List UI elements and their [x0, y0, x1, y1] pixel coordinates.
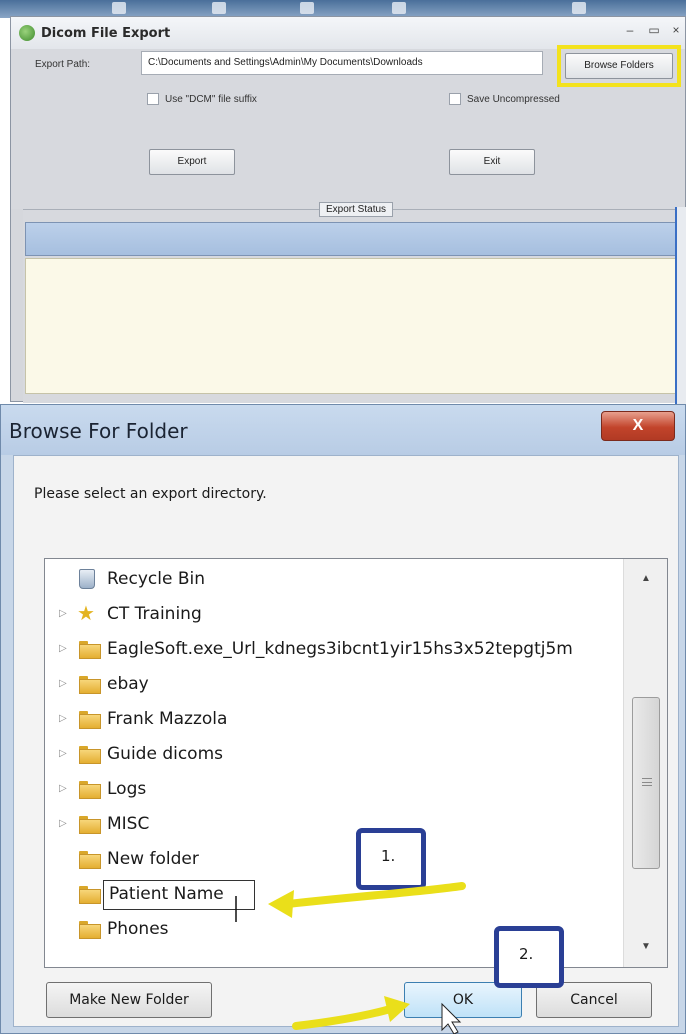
use-dcm-suffix-label: Use "DCM" file suffix	[165, 94, 257, 105]
folder-icon	[79, 921, 101, 939]
browse-titlebar[interactable]: Browse For Folder X	[1, 405, 685, 455]
browse-folders-highlight: Browse Folders	[557, 45, 681, 87]
expand-arrow-icon[interactable]: ▷	[59, 608, 67, 619]
tree-item[interactable]: ▷ Guide dicoms	[45, 738, 625, 772]
scroll-up-icon[interactable]: ▲	[624, 559, 667, 599]
folder-icon	[79, 851, 101, 869]
folder-icon	[79, 711, 101, 729]
scroll-thumb[interactable]	[632, 697, 660, 869]
recycle-bin-icon	[79, 569, 95, 589]
export-status-label: Export Status	[319, 202, 394, 217]
folder-icon	[79, 781, 101, 799]
tree-item[interactable]: ▷ EagleSoft.exe_Url_kdnegs3ibcnt1yir15hs…	[45, 633, 625, 667]
tree-item-editing[interactable]: Patient Name	[45, 878, 625, 912]
make-new-folder-button[interactable]: Make New Folder	[46, 982, 212, 1018]
tree-item[interactable]: ▷ ebay	[45, 668, 625, 702]
tree-item-label: Frank Mazzola	[107, 709, 228, 729]
maximize-icon[interactable]: ▭	[645, 23, 663, 37]
tree-item[interactable]: ▷ Frank Mazzola	[45, 703, 625, 737]
close-icon: X	[632, 417, 644, 434]
tree-item-label: Phones	[107, 919, 169, 939]
close-button[interactable]: X	[601, 411, 675, 441]
tree-item-label: MISC	[107, 814, 150, 834]
folder-icon	[79, 676, 101, 694]
window-title: Dicom File Export	[41, 26, 171, 41]
export-status-group: Export Status	[23, 202, 686, 403]
folder-icon	[79, 746, 101, 764]
close-icon[interactable]: ×	[667, 23, 685, 37]
tree-item[interactable]: ▷ Logs	[45, 773, 625, 807]
export-status-log	[25, 258, 677, 394]
folder-tree[interactable]: Recycle Bin ▷ ★ CT Training ▷ EagleSoft.…	[44, 558, 668, 968]
export-path-label: Export Path:	[35, 59, 91, 70]
export-path-input[interactable]: C:\Documents and Settings\Admin\My Docum…	[141, 51, 543, 75]
step-1-callout: 1.	[356, 828, 426, 890]
minimize-icon[interactable]: –	[621, 23, 639, 37]
expand-arrow-icon[interactable]: ▷	[59, 713, 67, 724]
use-dcm-suffix-checkbox[interactable]	[147, 93, 159, 105]
tree-item[interactable]: New folder	[45, 843, 625, 877]
tree-item-label: Patient Name	[109, 884, 224, 904]
folder-icon	[79, 641, 101, 659]
taskbar-icon	[572, 2, 586, 14]
taskbar-icon	[212, 2, 226, 14]
dicom-export-window: Dicom File Export – ▭ × Export Path: C:\…	[10, 16, 686, 407]
exit-button[interactable]: Exit	[449, 149, 535, 175]
browse-folders-button[interactable]: Browse Folders	[565, 53, 673, 79]
tree-item-label: ebay	[107, 674, 149, 694]
tree-item[interactable]: Recycle Bin	[45, 563, 625, 597]
expand-arrow-icon[interactable]: ▷	[59, 678, 67, 689]
step-2-callout: 2.	[494, 926, 564, 988]
folder-icon	[79, 816, 101, 834]
instruction-text: Please select an export directory.	[34, 486, 267, 502]
export-status-header	[25, 222, 677, 256]
folder-icon	[79, 886, 101, 904]
tree-item[interactable]: ▷ MISC	[45, 808, 625, 842]
taskbar-icon	[392, 2, 406, 14]
save-uncompressed-checkbox[interactable]	[449, 93, 461, 105]
save-uncompressed-label: Save Uncompressed	[467, 94, 560, 105]
tree-item-label: CT Training	[107, 604, 202, 624]
tree-item[interactable]: ▷ ★ CT Training	[45, 598, 625, 632]
tree-item-label: EagleSoft.exe_Url_kdnegs3ibcnt1yir15hs3x…	[107, 639, 573, 659]
tree-item-label: Logs	[107, 779, 147, 799]
app-icon	[19, 25, 35, 41]
background-window-edge	[675, 207, 686, 407]
tree-item-label: New folder	[107, 849, 199, 869]
expand-arrow-icon[interactable]: ▷	[59, 818, 67, 829]
tree-item-label: Recycle Bin	[107, 569, 206, 589]
expand-arrow-icon[interactable]: ▷	[59, 748, 67, 759]
star-icon: ★	[77, 603, 95, 625]
tree-item-label: Guide dicoms	[107, 744, 224, 764]
taskbar-icon	[112, 2, 126, 14]
taskbar-icon	[300, 2, 314, 14]
grip-icon	[642, 778, 652, 786]
export-button[interactable]: Export	[149, 149, 235, 175]
dialog-title: Browse For Folder	[9, 419, 188, 443]
scroll-down-icon[interactable]: ▼	[624, 927, 667, 967]
expand-arrow-icon[interactable]: ▷	[59, 643, 67, 654]
expand-arrow-icon[interactable]: ▷	[59, 783, 67, 794]
tree-scrollbar[interactable]: ▲ ▼	[623, 559, 667, 967]
